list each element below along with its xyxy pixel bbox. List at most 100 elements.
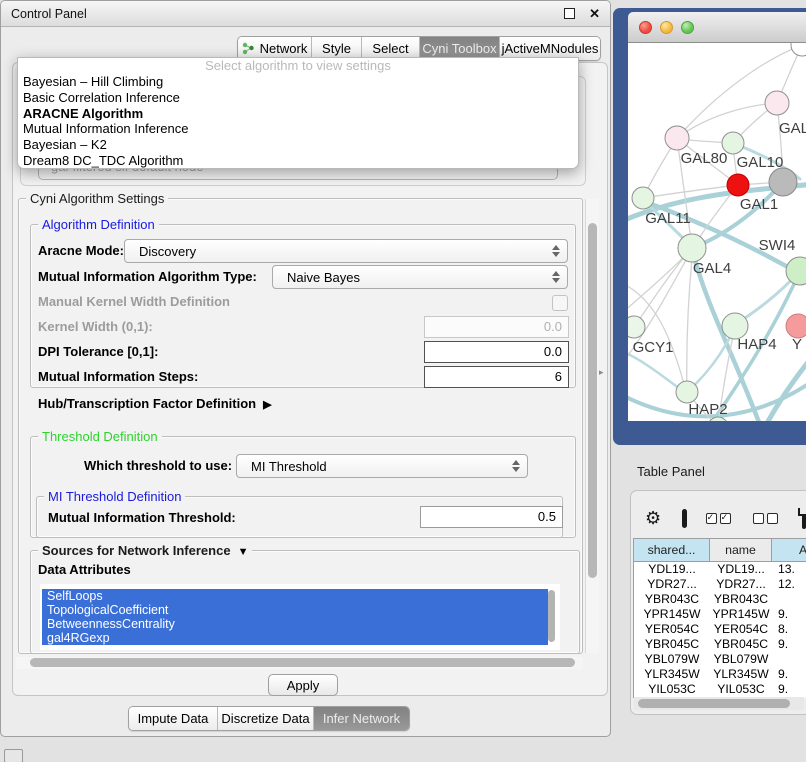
network-window-titlebar[interactable] [628, 12, 806, 43]
table-row[interactable]: YBR043CYBR043C [634, 592, 806, 607]
minimized-panel-icon[interactable] [4, 749, 23, 762]
table-row[interactable]: YLR345WYLR345W9. [634, 667, 806, 682]
tab-label: Style [322, 41, 351, 56]
algorithm-dropdown[interactable]: Select algorithm to view settings Bayesi… [17, 57, 579, 169]
network-node[interactable] [769, 168, 797, 196]
network-node[interactable] [678, 234, 706, 262]
network-node[interactable] [765, 91, 789, 115]
table-cell: YBR045C [634, 637, 710, 652]
mi-steps-label: Mutual Information Steps: [38, 369, 198, 384]
dropdown-item[interactable]: Bayesian – K2 [18, 137, 578, 153]
table-panel-title: Table Panel [637, 464, 705, 479]
network-node[interactable] [676, 381, 698, 403]
scrollbar-thumb[interactable] [588, 223, 597, 578]
manual-kernel-checkbox[interactable] [552, 295, 568, 311]
network-node[interactable] [632, 187, 654, 209]
table-row[interactable]: YDL19...YDL19...13. [634, 562, 806, 577]
select-all-columns-icon[interactable] [706, 513, 734, 524]
table-row[interactable]: YPR145WYPR145W9. [634, 607, 806, 622]
table-row[interactable]: YIL053CYIL053C9. [634, 682, 806, 695]
dropdown-item[interactable]: ARACNE Algorithm [18, 106, 578, 122]
attribute-list-item[interactable]: TopologicalCoefficient [42, 603, 548, 617]
attributes-list-scrollbar[interactable] [546, 586, 557, 648]
attribute-list-item[interactable]: SelfLoops [42, 589, 548, 603]
dropdown-item[interactable]: Mutual Information Inference [18, 121, 578, 137]
which-threshold-combo[interactable]: MI Threshold [236, 454, 528, 478]
app-root: Control Panel ✕ NetworkStyleSelectCyni T… [0, 0, 806, 762]
close-icon[interactable]: ✕ [589, 7, 600, 20]
network-icon [242, 42, 255, 55]
table-cell: YIL053C [634, 682, 710, 695]
algorithm-dropdown-items: Bayesian – Hill ClimbingBasic Correlatio… [18, 74, 578, 169]
tab-label: Infer Network [323, 711, 400, 726]
settings-vertical-scrollbar[interactable] [585, 199, 599, 653]
table-row[interactable]: YBR045CYBR045C9. [634, 637, 806, 652]
data-attributes-list[interactable]: SelfLoopsTopologicalCoefficientBetweenne… [40, 584, 560, 650]
network-edge[interactable] [677, 103, 777, 138]
aracne-mode-combo[interactable]: Discovery [124, 239, 568, 263]
dropdown-item[interactable]: Basic Correlation Inference [18, 90, 578, 106]
dpi-tolerance-input[interactable]: 0.0 [424, 341, 569, 363]
network-node[interactable] [727, 174, 749, 196]
network-canvas[interactable]: GALGAL80GAL10GAL1GAL11SWI4GAL4GCY1HAP4YH… [628, 43, 806, 421]
tab-label: Network [260, 41, 308, 56]
panel-divider-arrow[interactable]: ▸ [599, 367, 604, 378]
kernel-width-input[interactable]: 0.0 [424, 316, 569, 338]
table-cell: YBR043C [710, 592, 772, 607]
network-edge[interactable] [635, 249, 691, 326]
new-table-icon[interactable] [802, 508, 806, 529]
table-cell [772, 592, 806, 607]
collapsed-arrow-icon: ▶ [263, 399, 271, 411]
expanded-arrow-icon: ▼ [238, 546, 249, 558]
column-header[interactable]: name [710, 539, 772, 561]
network-node[interactable] [665, 126, 689, 150]
network-node[interactable] [786, 314, 806, 338]
table-row[interactable]: YBL079WYBL079W [634, 652, 806, 667]
apply-button[interactable]: Apply [268, 674, 338, 696]
settings-horizontal-scrollbar[interactable] [16, 657, 583, 669]
cyni-bottom-tabs: Impute Data Discretize Data Infer Network [128, 706, 410, 731]
network-edge[interactable] [766, 343, 806, 421]
unselect-all-columns-icon[interactable] [753, 513, 781, 524]
tab-label: Cyni Toolbox [422, 41, 496, 56]
table-cell: 8. [772, 622, 806, 637]
window-close-icon[interactable] [639, 21, 652, 34]
tab-label: Impute Data [138, 711, 209, 726]
sources-toggle[interactable]: Sources for Network Inference▼ [38, 543, 252, 558]
checked-box-icon [720, 513, 731, 524]
column-header[interactable]: A [772, 539, 806, 561]
gear-icon[interactable]: ⚙ [645, 509, 661, 527]
table-toolbar: ⚙ [634, 500, 806, 536]
table-cell: YER054C [710, 622, 772, 637]
tab-discretize-data[interactable]: Discretize Data [218, 707, 314, 730]
dropdown-item[interactable]: Dream8 DC_TDC Algorithm [18, 153, 578, 169]
attribute-list-item[interactable]: gal4RGexp [42, 631, 548, 645]
table-cell: YBR043C [634, 592, 710, 607]
window-minimize-icon[interactable] [660, 21, 673, 34]
column-browser-icon[interactable] [682, 509, 686, 528]
tab-infer-network[interactable]: Infer Network [314, 707, 409, 730]
aracne-mode-value: Discovery [139, 244, 196, 259]
attribute-list-item[interactable]: BetweennessCentrality [42, 617, 548, 631]
table-row[interactable]: YER054CYER054C8. [634, 622, 806, 637]
mi-steps-input[interactable]: 6 [424, 366, 569, 388]
mi-type-combo[interactable]: Naive Bayes [272, 265, 568, 289]
scrollbar-thumb[interactable] [548, 590, 555, 642]
column-header[interactable]: shared... [634, 539, 710, 561]
hub-definition-toggle[interactable]: Hub/Transcription Factor Definition ▶ [38, 396, 272, 411]
hub-definition-label: Hub/Transcription Factor Definition [38, 396, 256, 411]
network-node[interactable] [628, 316, 645, 338]
dpi-tolerance-label: DPI Tolerance [0,1]: [38, 344, 158, 359]
tab-impute-data[interactable]: Impute Data [129, 707, 218, 730]
table-horizontal-scrollbar[interactable] [634, 697, 804, 710]
table-row[interactable]: YDR27...YDR27...12. [634, 577, 806, 592]
float-panel-icon[interactable] [564, 8, 575, 19]
dropdown-item[interactable]: Bayesian – Hill Climbing [18, 74, 578, 90]
mi-type-value: Naive Bayes [287, 270, 360, 285]
scrollbar-thumb[interactable] [30, 658, 575, 667]
data-attributes-label: Data Attributes [38, 562, 131, 577]
network-node[interactable] [791, 43, 806, 56]
scrollbar-thumb[interactable] [638, 699, 790, 708]
window-zoom-icon[interactable] [681, 21, 694, 34]
mi-threshold-input[interactable]: 0.5 [420, 506, 563, 528]
